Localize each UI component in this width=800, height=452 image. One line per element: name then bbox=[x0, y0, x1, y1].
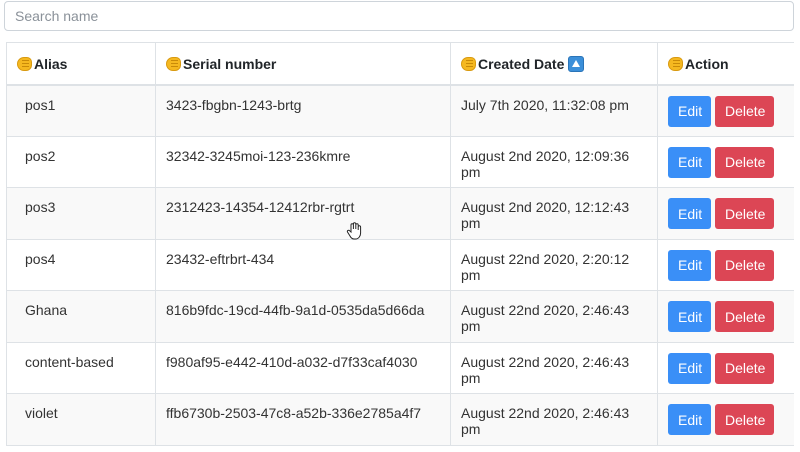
table-row: content-based f980af95-e442-410d-a032-d7f… bbox=[6, 341, 794, 394]
fist-emoji-icon bbox=[166, 57, 181, 71]
header-alias-label: Alias bbox=[34, 56, 68, 72]
serial-text: f980af95-e442-410d-a032-d7f33caf4030 bbox=[166, 353, 418, 370]
serial-text: 3423-fbgbn-1243-brtg bbox=[166, 96, 302, 113]
delete-button[interactable]: Delete bbox=[715, 198, 774, 229]
cell-alias: pos3 bbox=[6, 187, 156, 240]
alias-text: Ghana bbox=[25, 302, 68, 318]
cell-alias: content-based bbox=[6, 341, 156, 394]
header-serial-label: Serial number bbox=[183, 56, 277, 72]
cell-action: Edit Delete bbox=[657, 341, 794, 394]
table-row: Ghana 816b9fdc-19cd-44fb-9a1d-0535da5d66d… bbox=[6, 290, 794, 343]
hand-cursor-icon bbox=[346, 222, 362, 240]
created-date-text: August 22nd 2020, 2:46:43 pm bbox=[461, 405, 630, 437]
created-date-text: August 22nd 2020, 2:20:12 pm bbox=[461, 250, 630, 283]
table-row: pos1 3423-fbgbn-1243-brtg July 7th 2020, 1… bbox=[6, 84, 794, 137]
edit-button[interactable]: Edit bbox=[668, 146, 711, 178]
cell-created-date: July 7th 2020, 11:32:08 pm bbox=[450, 84, 658, 137]
fist-emoji-icon bbox=[668, 57, 683, 71]
sort-ascending-icon[interactable] bbox=[568, 56, 585, 72]
cell-action: Edit Delete bbox=[657, 135, 794, 188]
cell-serial: f980af95-e442-410d-a032-d7f33caf4030 bbox=[155, 341, 451, 394]
edit-button[interactable]: Edit bbox=[668, 95, 711, 127]
edit-button[interactable]: Edit bbox=[668, 301, 711, 332]
table-row: pos4 23432-eftrbrt-434 August 22nd 2020, 2… bbox=[6, 238, 794, 291]
search-input[interactable] bbox=[4, 1, 794, 31]
cell-serial: 3423-fbgbn-1243-brtg bbox=[155, 84, 451, 137]
cell-alias: violet bbox=[6, 393, 156, 446]
serial-text: 2312423-14354-12412rbr-rgtrt bbox=[166, 199, 355, 215]
cell-serial: 816b9fdc-19cd-44fb-9a1d-0535da5d66da bbox=[155, 290, 451, 343]
alias-text: pos3 bbox=[25, 199, 56, 215]
header-serial-number[interactable]: Serial number bbox=[155, 42, 451, 86]
serial-text: 816b9fdc-19cd-44fb-9a1d-0535da5d66da bbox=[166, 302, 425, 318]
alias-text: pos1 bbox=[25, 96, 56, 113]
cell-alias: Ghana bbox=[6, 290, 156, 343]
fist-emoji-icon bbox=[461, 57, 476, 71]
cell-created-date: August 22nd 2020, 2:20:12 pm bbox=[450, 238, 658, 291]
header-alias[interactable]: Alias bbox=[6, 42, 156, 86]
edit-button[interactable]: Edit bbox=[668, 249, 711, 281]
table-row: pos3 2312423-14354-12412rbr-rgtrt August 2… bbox=[6, 187, 794, 240]
cell-alias: pos2 bbox=[6, 135, 156, 188]
cell-serial: 2312423-14354-12412rbr-rgtrt bbox=[155, 187, 451, 240]
cell-action: Edit Delete bbox=[657, 187, 794, 240]
delete-button[interactable]: Delete bbox=[715, 352, 774, 384]
search-bar bbox=[4, 1, 794, 31]
created-date-text: August 2nd 2020, 12:09:36 pm bbox=[461, 147, 630, 180]
created-date-text: August 2nd 2020, 12:12:43 pm bbox=[461, 199, 630, 231]
header-action-label: Action bbox=[685, 56, 729, 72]
delete-button[interactable]: Delete bbox=[715, 249, 774, 281]
serial-text: 32342-3245moi-123-236kmre bbox=[166, 147, 351, 164]
fist-emoji-icon bbox=[17, 57, 32, 71]
created-date-text: July 7th 2020, 11:32:08 pm bbox=[461, 96, 629, 113]
alias-text: violet bbox=[25, 405, 58, 421]
delete-button[interactable]: Delete bbox=[715, 301, 774, 332]
cell-action: Edit Delete bbox=[657, 290, 794, 343]
delete-button[interactable]: Delete bbox=[715, 146, 774, 178]
cell-alias: pos4 bbox=[6, 238, 156, 291]
cell-action: Edit Delete bbox=[657, 238, 794, 291]
cell-created-date: August 22nd 2020, 2:46:43 pm bbox=[450, 341, 658, 394]
created-date-text: August 22nd 2020, 2:46:43 pm bbox=[461, 353, 630, 386]
header-created-date[interactable]: Created Date bbox=[450, 42, 658, 86]
edit-button[interactable]: Edit bbox=[668, 352, 711, 384]
table-row: pos2 32342-3245moi-123-236kmre August 2nd … bbox=[6, 135, 794, 188]
cell-created-date: August 2nd 2020, 12:12:43 pm bbox=[450, 187, 658, 240]
cell-serial: 23432-eftrbrt-434 bbox=[155, 238, 451, 291]
serial-text: 23432-eftrbrt-434 bbox=[166, 250, 275, 267]
delete-button[interactable]: Delete bbox=[715, 95, 774, 127]
delete-button[interactable]: Delete bbox=[715, 404, 774, 435]
created-date-text: August 22nd 2020, 2:46:43 pm bbox=[461, 302, 630, 334]
cell-alias: pos1 bbox=[6, 84, 156, 137]
cell-serial: ffb6730b-2503-47c8-a52b-336e2785a4f7 bbox=[155, 393, 451, 446]
devices-table-container: Alias Serial number Created Date Action … bbox=[6, 42, 794, 452]
alias-text: content-based bbox=[25, 353, 114, 370]
table-row: violet ffb6730b-2503-47c8-a52b-336e2785a4… bbox=[6, 393, 794, 446]
edit-button[interactable]: Edit bbox=[668, 404, 711, 435]
devices-table: Alias Serial number Created Date Action … bbox=[6, 42, 794, 446]
alias-text: pos2 bbox=[25, 147, 56, 164]
header-created-label: Created Date bbox=[478, 56, 565, 72]
cell-action: Edit Delete bbox=[657, 393, 794, 446]
cell-action: Edit Delete bbox=[657, 84, 794, 137]
serial-text: ffb6730b-2503-47c8-a52b-336e2785a4f7 bbox=[166, 405, 422, 421]
alias-text: pos4 bbox=[25, 250, 56, 267]
edit-button[interactable]: Edit bbox=[668, 198, 711, 229]
cell-created-date: August 22nd 2020, 2:46:43 pm bbox=[450, 393, 658, 446]
cell-serial: 32342-3245moi-123-236kmre bbox=[155, 135, 451, 188]
header-action: Action bbox=[657, 42, 794, 86]
cell-created-date: August 22nd 2020, 2:46:43 pm bbox=[450, 290, 658, 343]
cell-created-date: August 2nd 2020, 12:09:36 pm bbox=[450, 135, 658, 188]
table-header-row: Alias Serial number Created Date Action bbox=[6, 42, 794, 86]
